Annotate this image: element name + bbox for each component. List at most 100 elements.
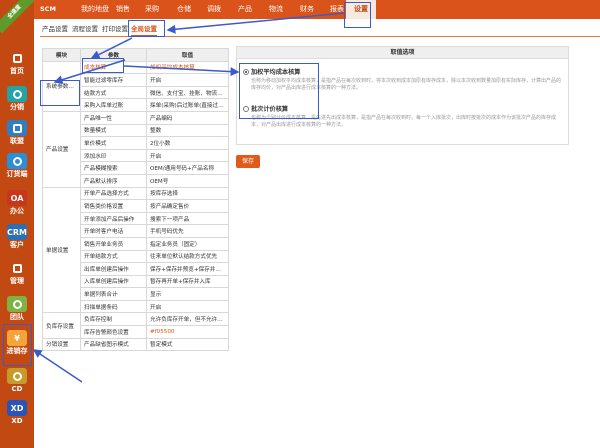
distribution-icon-shape bbox=[12, 89, 22, 99]
sidebar-item-1[interactable]: 分销 bbox=[0, 86, 34, 112]
sidebar-item-0[interactable]: 首页 bbox=[0, 50, 34, 76]
sidebar-item-5[interactable]: CRM 客户 bbox=[0, 224, 34, 250]
param-cell: 产品缺省图示模式 bbox=[80, 337, 147, 352]
sidebar-item-10[interactable]: XD XD bbox=[0, 400, 34, 426]
arrow-to-inventory bbox=[32, 349, 83, 383]
value-cell[interactable]: 指定业务员（固定） bbox=[146, 236, 229, 251]
annotation-box-settings-tab bbox=[344, 2, 371, 28]
annotation-box-options bbox=[239, 63, 319, 119]
subnav-tab-0[interactable]: 产品设置 bbox=[42, 23, 68, 33]
alliance-icon bbox=[7, 120, 27, 136]
param-cell: 开单时客户电话 bbox=[80, 224, 147, 238]
value-cell[interactable]: 暂存再开单+保存并入库 bbox=[146, 274, 229, 289]
nav-item-4[interactable]: 仓储 bbox=[177, 0, 191, 19]
annotation-box-global-tab bbox=[128, 20, 165, 37]
sidebar-label-0: 首页 bbox=[10, 67, 24, 75]
nav-item-8[interactable]: 财务 bbox=[300, 0, 314, 19]
corner-ribbon: 全速度 bbox=[0, 0, 34, 34]
table-row[interactable]: 负库存设置 负库存控制 允许负库存开单，但不允许出库 bbox=[42, 312, 229, 339]
value-cell[interactable]: 採单(采购)后过账单(直接过账) bbox=[146, 98, 229, 112]
sidebar-item-6[interactable]: 管理 bbox=[0, 260, 34, 286]
subnav-tab-1[interactable]: 流程设置 bbox=[72, 23, 98, 33]
table-row[interactable]: 单据设置 开单产品选择方式 按库存选择 bbox=[42, 186, 229, 314]
nav-item-9[interactable]: 报表 bbox=[330, 0, 344, 19]
value-cell[interactable]: 开启 bbox=[146, 299, 229, 314]
value-cell[interactable]: 手机号码优先 bbox=[146, 224, 229, 238]
value-cell[interactable]: 搜索下一项产品 bbox=[146, 211, 229, 226]
value-cell[interactable]: 显示 bbox=[146, 287, 229, 301]
sidebar-item-9[interactable]: CD bbox=[0, 368, 34, 394]
nav-item-7[interactable]: 物流 bbox=[269, 0, 283, 19]
save-button[interactable]: 保存 bbox=[236, 155, 260, 168]
table-header-row: 模块 参数 取值 bbox=[42, 48, 229, 62]
param-cell: 添加水印 bbox=[80, 148, 147, 163]
cd-icon bbox=[7, 368, 27, 384]
value-cell[interactable]: #f05500 bbox=[146, 325, 229, 339]
nav-item-1[interactable]: 我的地盘 bbox=[81, 0, 109, 19]
home-icon bbox=[7, 50, 27, 66]
value-cell[interactable]: 2位小数 bbox=[146, 136, 229, 150]
nav-item-2[interactable]: 销售 bbox=[116, 0, 130, 19]
nav-item-5[interactable]: 调拨 bbox=[207, 0, 221, 19]
value-cell[interactable]: OEM/通用号码+产品名称 bbox=[146, 161, 229, 175]
app-window: 全速度 首页 分销 联盟 订货端 OA 办公 CRM 客户 管理 团队 ¥ 进销存 CD XD XD SCM… bbox=[0, 0, 600, 448]
cd-icon-shape bbox=[12, 371, 22, 381]
table-row[interactable]: 产品设置 产品唯一性 产品编码 bbox=[42, 110, 229, 188]
value-cell[interactable]: 产品编码 bbox=[146, 110, 229, 125]
gear-icon bbox=[7, 260, 27, 276]
param-cell: 库存告警颜色设置 bbox=[80, 325, 147, 339]
table-row[interactable]: 分销设置 产品缺省图示模式 暂定模式 bbox=[42, 337, 229, 352]
table-row[interactable]: 系统参数设置 成本核算 加权平均成本核算 bbox=[42, 60, 229, 112]
sidebar-label-5: 客户 bbox=[10, 241, 24, 249]
param-cell: 产品默认排序 bbox=[80, 173, 147, 188]
left-sidebar: 全速度 首页 分销 联盟 订货端 OA 办公 CRM 客户 管理 团队 ¥ 进销存 CD XD XD bbox=[0, 0, 34, 448]
nav-item-3[interactable]: 采购 bbox=[145, 0, 159, 19]
distribution-icon bbox=[7, 86, 27, 102]
group-label: 分销设置 bbox=[42, 337, 81, 352]
sub-nav: 产品设置 流程设置 打印设置 全局设置 bbox=[40, 19, 600, 37]
param-cell: 入库单创建后操作 bbox=[80, 274, 147, 289]
sidebar-label-2: 联盟 bbox=[10, 137, 24, 145]
param-cell: 采购入库单过账 bbox=[80, 98, 147, 112]
sidebar-label-1: 分销 bbox=[10, 103, 24, 111]
param-cell: 单据列表合计 bbox=[80, 287, 147, 301]
value-cell[interactable]: 往来单位默认结款方式优先 bbox=[146, 249, 229, 264]
annotation-box-inventory bbox=[3, 324, 32, 366]
param-cell: 开单产品选择方式 bbox=[80, 186, 147, 201]
param-cell: 单价模式 bbox=[80, 136, 147, 150]
gear-icon-shape bbox=[12, 263, 22, 273]
order-icon-shape bbox=[12, 156, 22, 166]
value-cell[interactable]: 按库存选择 bbox=[146, 186, 229, 201]
value-cell[interactable]: 整数 bbox=[146, 123, 229, 138]
team-icon bbox=[7, 296, 27, 312]
param-cell: 出库单创建后操作 bbox=[80, 262, 147, 276]
sidebar-item-2[interactable]: 联盟 bbox=[0, 120, 34, 146]
sidebar-item-3[interactable]: 订货端 bbox=[0, 153, 34, 179]
sidebar-label-4: 办公 bbox=[10, 207, 24, 215]
value-cell[interactable]: OEM号 bbox=[146, 173, 229, 188]
value-cell[interactable]: 按产品确定售价 bbox=[146, 199, 229, 213]
value-cell[interactable]: 开启 bbox=[146, 148, 229, 163]
param-cell: 开单结款方式 bbox=[80, 249, 147, 264]
param-cell: 智能过滤零库存 bbox=[80, 73, 147, 87]
param-cell: 销售类价格设置 bbox=[80, 199, 147, 213]
annotation-box-cost-param bbox=[82, 58, 124, 73]
value-cell[interactable]: 暂定模式 bbox=[146, 337, 229, 352]
value-cell[interactable]: 开启 bbox=[146, 73, 229, 87]
table-header-0: 模块 bbox=[42, 48, 81, 62]
annotation-box-system-group bbox=[40, 80, 80, 106]
sidebar-item-4[interactable]: OA 办公 bbox=[0, 190, 34, 216]
nav-item-6[interactable]: 产品 bbox=[238, 0, 252, 19]
subnav-tab-2[interactable]: 打印设置 bbox=[102, 23, 128, 33]
home-icon-shape bbox=[12, 53, 22, 63]
value-cell[interactable]: 微信、支付宝、挂账、物流代收 bbox=[146, 85, 229, 100]
value-cell[interactable]: 保存+保存并预览+保存并出库 bbox=[146, 262, 229, 276]
value-cell[interactable]: 加权平均成本核算 bbox=[146, 60, 229, 75]
value-cell[interactable]: 允许负库存开单，但不允许出库 bbox=[146, 312, 229, 327]
sidebar-label-7: 团队 bbox=[10, 313, 24, 321]
param-cell: 负库存控制 bbox=[80, 312, 147, 327]
group-label: 产品设置 bbox=[42, 110, 81, 188]
order-icon bbox=[7, 153, 27, 169]
sidebar-item-7[interactable]: 团队 bbox=[0, 296, 34, 322]
oa-icon: OA bbox=[7, 190, 27, 206]
